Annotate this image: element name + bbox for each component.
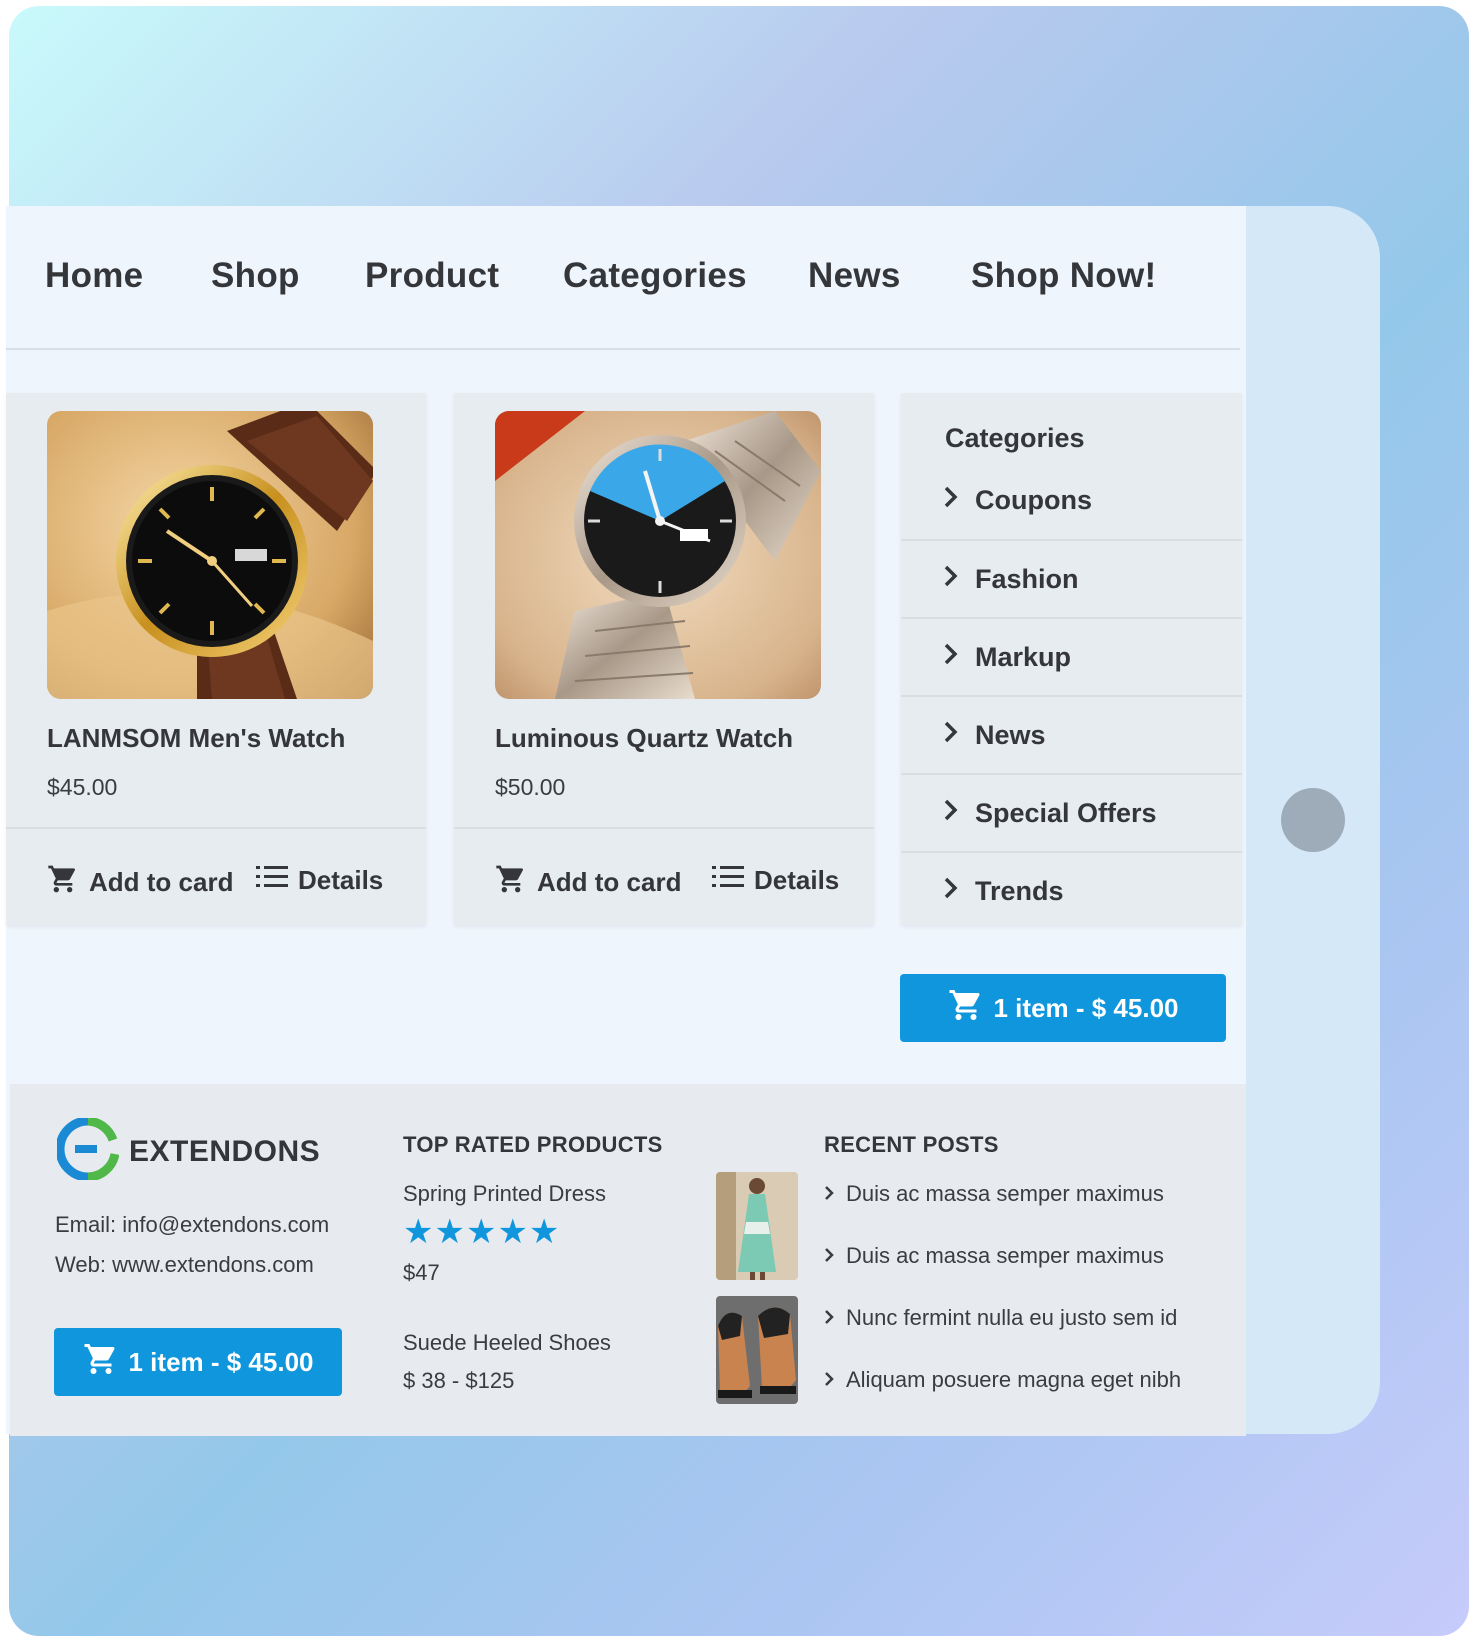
dress-thumbnail[interactable] <box>716 1172 798 1280</box>
cart-icon <box>83 1341 119 1384</box>
nav-home[interactable]: Home <box>45 256 143 296</box>
chevron-right-icon <box>943 720 959 751</box>
recent-post-link[interactable]: Duis ac massa semper maximus <box>824 1243 1164 1269</box>
product-image-watch-brown[interactable] <box>47 411 373 699</box>
category-label: Trends <box>975 875 1064 906</box>
top-nav: Home Shop Product Categories News Shop N… <box>6 206 1240 350</box>
chevron-right-icon <box>824 1367 834 1393</box>
details-button[interactable]: Details <box>256 863 383 898</box>
card-divider <box>454 827 874 829</box>
categories-widget: Categories Coupons Fashion Markup News S… <box>901 393 1242 925</box>
brand-logo[interactable]: EXTENDONS <box>55 1116 321 1185</box>
cart-summary-label: 1 item - $ 45.00 <box>993 992 1179 1023</box>
chevron-right-icon <box>824 1181 834 1207</box>
chevron-right-icon <box>943 564 959 595</box>
product-price: $45.00 <box>47 774 118 800</box>
recent-post-title: Nunc fermint nulla eu justo sem id <box>846 1305 1178 1330</box>
top-rated-heading: TOP RATED PRODUCTS <box>403 1132 663 1157</box>
category-label: Coupons <box>975 484 1092 515</box>
extendons-logo-icon <box>55 1116 120 1185</box>
shoes-thumbnail[interactable] <box>716 1296 798 1404</box>
footer-cart-label: 1 item - $ 45.00 <box>128 1346 314 1377</box>
nav-shop-now[interactable]: Shop Now! <box>971 256 1156 296</box>
contact-email[interactable]: Email: info@extendons.com <box>55 1212 329 1238</box>
top-rated-item-price: $47 <box>403 1260 440 1285</box>
chevron-right-icon <box>824 1305 834 1331</box>
nav-product[interactable]: Product <box>365 256 499 296</box>
recent-posts-heading: RECENT POSTS <box>824 1132 999 1157</box>
add-to-cart-button[interactable]: Add to card <box>47 863 233 902</box>
cart-icon <box>948 987 984 1030</box>
nav-categories[interactable]: Categories <box>563 256 747 296</box>
category-label: Markup <box>975 641 1072 672</box>
star-rating-icon: ★★★★★ <box>403 1213 561 1251</box>
cart-icon <box>495 863 527 902</box>
product-card: Luminous Quartz Watch $50.00 Add to card… <box>454 393 874 925</box>
product-price: $50.00 <box>495 774 566 800</box>
chevron-right-icon <box>943 876 959 907</box>
details-button[interactable]: Details <box>712 863 839 898</box>
recent-post-link[interactable]: Nunc fermint nulla eu justo sem id <box>824 1305 1177 1331</box>
recent-post-title: Duis ac massa semper maximus <box>846 1181 1164 1206</box>
product-image-watch-steel[interactable] <box>495 411 821 699</box>
cart-summary-button[interactable]: 1 item - $ 45.00 <box>900 974 1226 1042</box>
footer-cart-button[interactable]: 1 item - $ 45.00 <box>54 1328 342 1396</box>
product-title[interactable]: LANMSOM Men's Watch <box>47 723 345 754</box>
category-label: News <box>975 719 1046 750</box>
top-rated-item-name[interactable]: Spring Printed Dress <box>403 1181 606 1207</box>
category-item-special-offers[interactable]: Special Offers <box>901 773 1242 851</box>
product-card: LANMSOM Men's Watch $45.00 Add to card D… <box>6 393 426 925</box>
contact-web[interactable]: Web: www.extendons.com <box>55 1252 314 1278</box>
nav-shop[interactable]: Shop <box>211 256 300 296</box>
nav-news[interactable]: News <box>808 256 901 296</box>
category-item-trends[interactable]: Trends <box>901 851 1242 929</box>
recent-post-link[interactable]: Aliquam posuere magna eget nibh <box>824 1367 1181 1393</box>
details-label: Details <box>298 865 384 895</box>
scroll-handle[interactable] <box>1281 788 1345 852</box>
recent-post-title: Duis ac massa semper maximus <box>846 1243 1164 1268</box>
chevron-right-icon <box>943 642 959 673</box>
category-item-fashion[interactable]: Fashion <box>901 539 1242 617</box>
category-label: Special Offers <box>975 797 1157 828</box>
recent-post-title: Aliquam posuere magna eget nibh <box>846 1367 1182 1392</box>
categories-heading: Categories <box>945 423 1085 453</box>
category-item-markup[interactable]: Markup <box>901 617 1242 695</box>
chevron-right-icon <box>943 798 959 829</box>
chevron-right-icon <box>824 1243 834 1269</box>
footer: EXTENDONS Email: info@extendons.com Web:… <box>10 1084 1246 1436</box>
recent-post-link[interactable]: Duis ac massa semper maximus <box>824 1181 1164 1207</box>
category-label: Fashion <box>975 563 1079 594</box>
chevron-right-icon <box>943 485 959 516</box>
product-title[interactable]: Luminous Quartz Watch <box>495 723 793 754</box>
list-icon <box>256 863 288 898</box>
top-rated-item-name[interactable]: Suede Heeled Shoes <box>403 1330 611 1356</box>
details-label: Details <box>754 865 840 895</box>
cart-icon <box>47 863 79 902</box>
category-item-news[interactable]: News <box>901 695 1242 773</box>
category-item-coupons[interactable]: Coupons <box>901 461 1242 539</box>
card-divider <box>6 827 426 829</box>
add-to-cart-button[interactable]: Add to card <box>495 863 681 902</box>
add-to-cart-label: Add to card <box>537 867 682 897</box>
add-to-cart-label: Add to card <box>89 867 234 897</box>
brand-name: EXTENDONS <box>129 1134 321 1168</box>
list-icon <box>712 863 744 898</box>
top-rated-item-price: $ 38 - $125 <box>403 1368 515 1393</box>
